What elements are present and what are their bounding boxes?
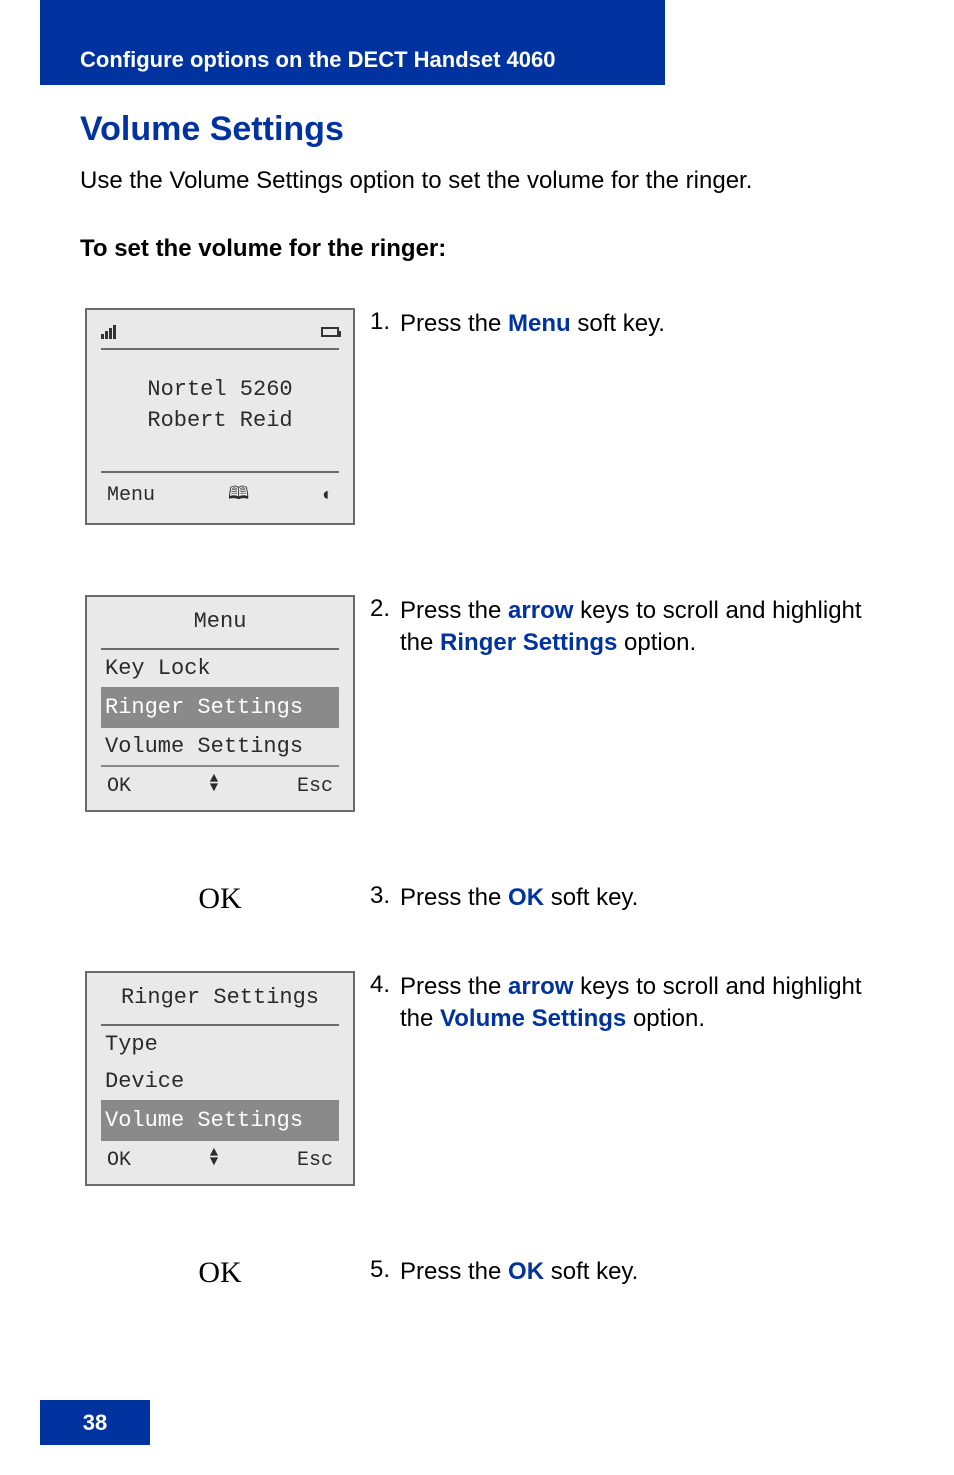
- keyword-arrow: arrow: [508, 597, 573, 624]
- updown-icon: ▲▼: [210, 775, 218, 792]
- step-5: OK 5. Press the OK soft key.: [80, 1256, 880, 1290]
- ok-indicator: OK: [198, 1256, 241, 1290]
- softkey-esc: Esc: [297, 775, 333, 798]
- step-number: 2.: [370, 595, 400, 623]
- menu-item: Type: [101, 1026, 339, 1063]
- header-bar-text: Configure options on the DECT Handset 40…: [80, 47, 555, 73]
- handset-screen-menu: Menu Key Lock Ringer Settings Volume Set…: [85, 595, 355, 812]
- step-text: Press the OK soft key.: [400, 1256, 638, 1288]
- intro-text: Use the Volume Settings option to set th…: [80, 167, 880, 195]
- menu-title: Ringer Settings: [101, 985, 339, 1018]
- keyword-volume-settings: Volume Settings: [440, 1005, 626, 1032]
- handset-screen-idle: Nortel 5260 Robert Reid Menu 🕮 ◐: [85, 308, 355, 525]
- phonebook-icon: 🕮: [228, 485, 249, 505]
- menu-item: Volume Settings: [101, 728, 339, 767]
- step-number: 4.: [370, 971, 400, 999]
- updown-icon: ▲▼: [210, 1149, 218, 1166]
- step-2: Menu Key Lock Ringer Settings Volume Set…: [80, 595, 880, 812]
- battery-icon: [321, 327, 339, 337]
- handset-screen-ringer: Ringer Settings Type Device Volume Setti…: [85, 971, 355, 1186]
- menu-item: Key Lock: [101, 650, 339, 689]
- step-number: 3.: [370, 882, 400, 910]
- step-text: Press the arrow keys to scroll and highl…: [400, 595, 880, 660]
- page-title: Volume Settings: [80, 110, 880, 149]
- softkey-menu: Menu: [107, 484, 155, 507]
- menu-item: Device: [101, 1063, 339, 1102]
- step-text: Press the Menu soft key.: [400, 308, 665, 340]
- menu-item-selected: Ringer Settings: [101, 689, 339, 728]
- keyword-arrow: arrow: [508, 973, 573, 1000]
- step-text: Press the OK soft key.: [400, 882, 638, 914]
- softkey-ok: OK: [107, 775, 131, 798]
- keyword-ok: OK: [508, 1258, 544, 1285]
- step-number: 1.: [370, 308, 400, 336]
- keyword-ok: OK: [508, 884, 544, 911]
- idle-line2: Robert Reid: [101, 406, 339, 437]
- menu-item-selected: Volume Settings: [101, 1102, 339, 1141]
- softkey-esc: Esc: [297, 1149, 333, 1172]
- redial-icon: ◐: [322, 486, 333, 506]
- page-number: 38: [40, 1400, 150, 1445]
- step-number: 5.: [370, 1256, 400, 1284]
- softkey-ok: OK: [107, 1149, 131, 1172]
- menu-title: Menu: [101, 609, 339, 642]
- step-text: Press the arrow keys to scroll and highl…: [400, 971, 880, 1036]
- header-bar: Configure options on the DECT Handset 40…: [40, 0, 665, 85]
- procedure-heading: To set the volume for the ringer:: [80, 235, 880, 263]
- idle-line1: Nortel 5260: [101, 375, 339, 406]
- keyword-ringer-settings: Ringer Settings: [440, 629, 617, 656]
- signal-icon: [101, 325, 116, 339]
- step-4: Ringer Settings Type Device Volume Setti…: [80, 971, 880, 1186]
- step-1: Nortel 5260 Robert Reid Menu 🕮 ◐ 1. Pres…: [80, 308, 880, 525]
- keyword-menu: Menu: [508, 310, 571, 337]
- ok-indicator: OK: [198, 882, 241, 916]
- step-3: OK 3. Press the OK soft key.: [80, 882, 880, 916]
